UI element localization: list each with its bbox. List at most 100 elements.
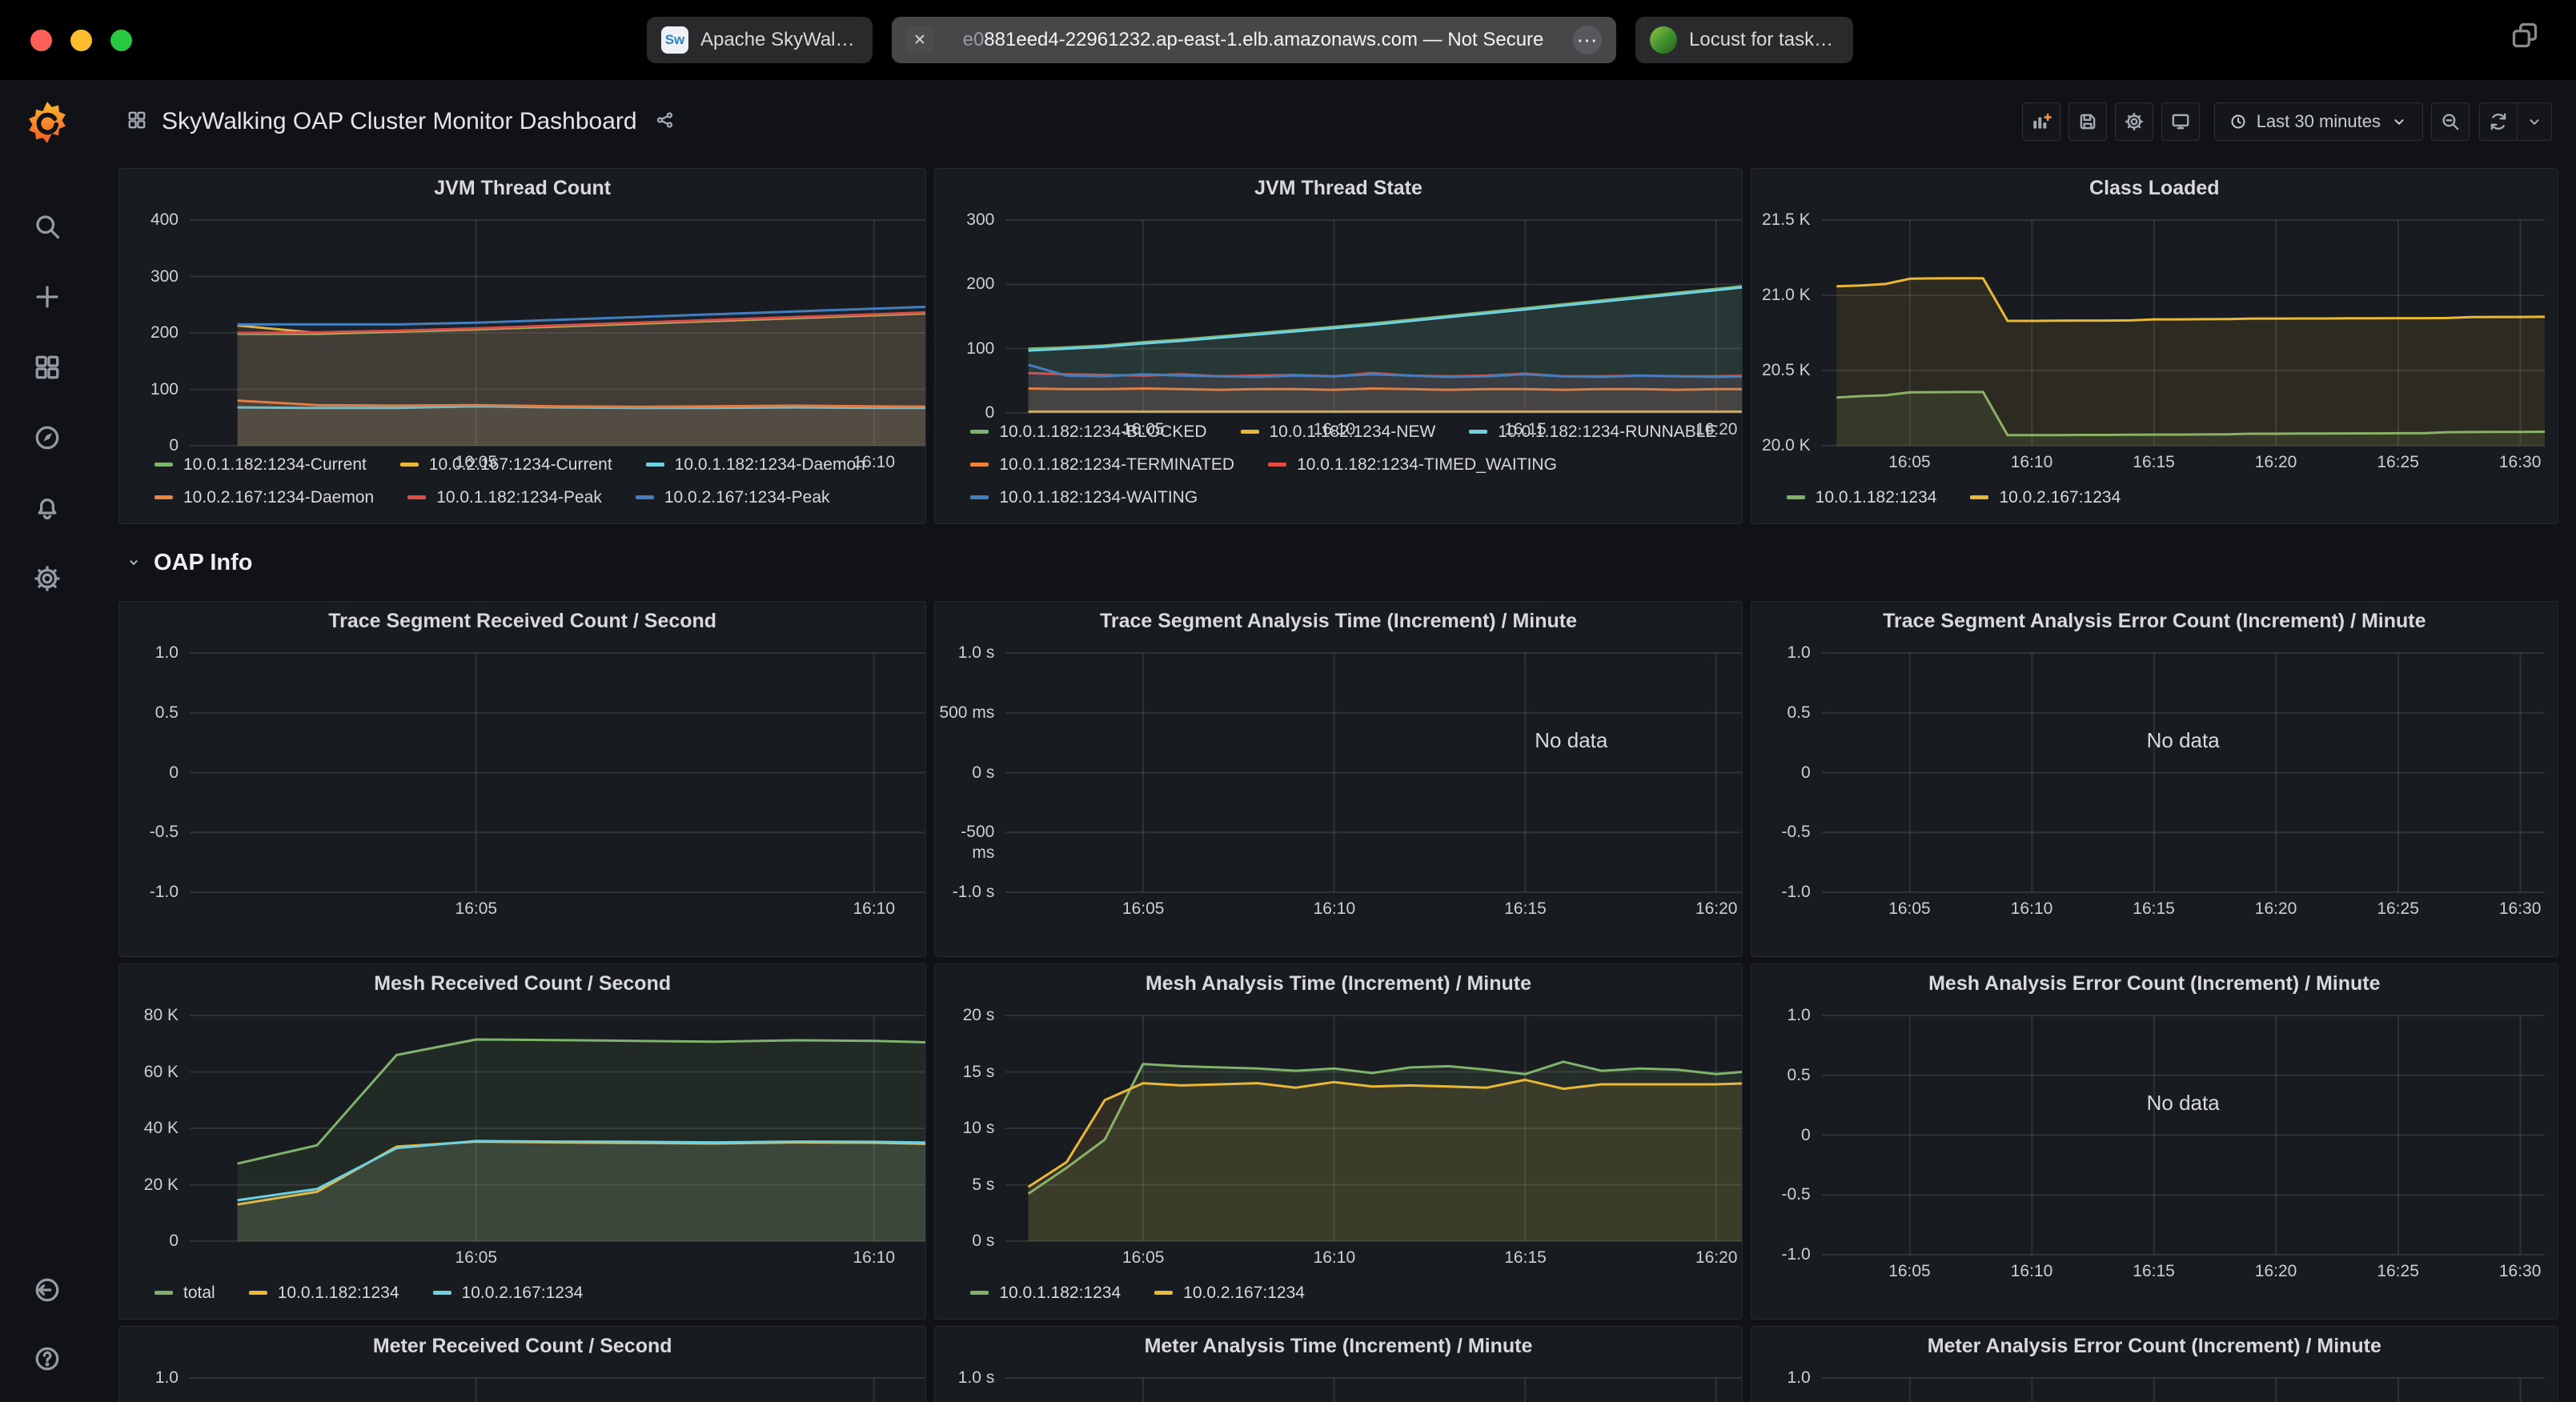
chart-canvas[interactable] [1005, 653, 1742, 892]
tab-more-icon[interactable]: ⋯ [1573, 26, 1602, 54]
dashboard-settings-button[interactable] [2115, 102, 2153, 141]
chart-canvas[interactable] [190, 220, 926, 446]
browser-tab-grafana-active[interactable]: ✕ e0881eed4-22961232.ap-east-1.elb.amazo… [892, 17, 1616, 63]
legend-item[interactable]: 10.0.1.182:1234-Daemon [646, 448, 865, 481]
y-axis-tick: 1.0 s [935, 1368, 994, 1388]
panel-title[interactable]: Meter Analysis Error Count (Increment) /… [1751, 1327, 2558, 1365]
legend-item[interactable]: 10.0.1.182:1234 [970, 1276, 1121, 1309]
legend-swatch-icon [154, 463, 173, 467]
chart-canvas[interactable] [1822, 653, 2545, 892]
legend-item[interactable]: 10.0.1.182:1234-WAITING [970, 481, 1198, 514]
panel-title[interactable]: Mesh Analysis Time (Increment) / Minute [935, 964, 1741, 1003]
chart-canvas[interactable] [1005, 1015, 1742, 1241]
panel-jvm-thread-state[interactable]: JVM Thread State010020030016:0516:1016:1… [934, 168, 1742, 524]
panel-meter-analysis-error-count-increment-minute[interactable]: Meter Analysis Error Count (Increment) /… [1751, 1326, 2558, 1402]
panel-mesh-received-count-second[interactable]: Mesh Received Count / Second020 K40 K60 … [118, 963, 926, 1320]
legend-item[interactable]: 10.0.1.182:1234 [1787, 481, 1937, 514]
panel-mesh-analysis-error-count-increment-minute[interactable]: Mesh Analysis Error Count (Increment) / … [1751, 963, 2558, 1320]
sidebar-item-configuration[interactable] [33, 564, 62, 593]
minimize-window-button[interactable] [70, 30, 92, 51]
panel-jvm-thread-count[interactable]: JVM Thread Count010020030040016:0516:101… [118, 168, 926, 524]
legend-item[interactable]: 10.0.1.182:1234-TERMINATED [970, 448, 1234, 481]
chart-canvas[interactable] [1005, 220, 1742, 413]
cycle-view-mode-button[interactable] [2161, 102, 2200, 141]
sidebar-item-search[interactable] [33, 212, 62, 241]
sidebar-item-dashboards[interactable] [33, 353, 62, 382]
legend-item[interactable]: 10.0.1.182:1234-Current [154, 448, 367, 481]
dashboard-grid-icon[interactable] [126, 110, 147, 134]
sidebar-item-alerting[interactable] [33, 494, 62, 523]
legend-item[interactable]: 10.0.2.167:1234 [1970, 481, 2121, 514]
sidebar-item-help[interactable] [33, 1344, 62, 1373]
tab-close-icon[interactable]: ✕ [906, 26, 933, 54]
browser-tab-locust[interactable]: Locust for tasks.py [1635, 17, 1853, 63]
x-axis-tick: 16:05 [1107, 899, 1179, 919]
zoom-out-button[interactable] [2431, 102, 2470, 141]
row-title-oap-info[interactable]: OAP Info [118, 531, 2558, 595]
panel-meter-received-count-second[interactable]: Meter Received Count / Second-1.0-0.500.… [118, 1326, 926, 1402]
gear-icon [33, 564, 62, 593]
chart-canvas[interactable] [190, 1015, 926, 1241]
panel-trace-segment-analysis-error-count-increment-minute[interactable]: Trace Segment Analysis Error Count (Incr… [1751, 601, 2558, 957]
legend-item[interactable]: total [154, 1276, 215, 1309]
refresh-interval-dropdown[interactable] [2518, 102, 2552, 141]
y-axis-tick: 60 K [119, 1062, 179, 1083]
legend-swatch-icon [1469, 430, 1487, 434]
save-dashboard-button[interactable] [2068, 102, 2107, 141]
chart-canvas[interactable] [190, 653, 926, 892]
panel-meter-analysis-time-increment-minute[interactable]: Meter Analysis Time (Increment) / Minute… [934, 1326, 1742, 1402]
sidebar-item-create[interactable] [33, 282, 62, 311]
panel-title[interactable]: Mesh Received Count / Second [119, 964, 925, 1003]
legend-swatch-icon [646, 463, 664, 467]
legend-item[interactable]: 10.0.1.182:1234 [249, 1276, 399, 1309]
panel-class-loaded[interactable]: Class Loaded20.0 K20.5 K21.0 K21.5 K16:0… [1751, 168, 2558, 524]
sidebar-item-explore[interactable] [33, 423, 62, 452]
panel-title[interactable]: Meter Received Count / Second [119, 1327, 925, 1365]
grafana-app: SkyWalking OAP Cluster Monitor Dashboard… [0, 80, 2576, 1402]
time-range-picker[interactable]: Last 30 minutes [2214, 102, 2423, 141]
panel-mesh-analysis-time-increment-minute[interactable]: Mesh Analysis Time (Increment) / Minute0… [934, 963, 1742, 1320]
panel-title[interactable]: Class Loaded [1751, 169, 2558, 207]
panel-title[interactable]: JVM Thread Count [119, 169, 925, 207]
y-axis-tick: 100 [119, 379, 179, 400]
chart-canvas[interactable] [1822, 220, 2545, 446]
legend-item[interactable]: 10.0.2.167:1234 [433, 1276, 584, 1309]
chart-canvas[interactable] [1822, 1378, 2545, 1402]
close-window-button[interactable] [30, 30, 52, 51]
panel-title[interactable]: Trace Segment Received Count / Second [119, 602, 925, 640]
panel-title[interactable]: Trace Segment Analysis Error Count (Incr… [1751, 602, 2558, 640]
chart-canvas[interactable] [190, 1378, 926, 1402]
legend-item[interactable]: 10.0.2.167:1234 [1154, 1276, 1305, 1309]
y-axis-tick: 21.5 K [1751, 210, 1811, 230]
panel-title[interactable]: JVM Thread State [935, 169, 1741, 207]
panel-title[interactable]: Mesh Analysis Error Count (Increment) / … [1751, 964, 2558, 1003]
chart-canvas[interactable] [1822, 1015, 2545, 1255]
zoom-window-button[interactable] [110, 30, 132, 51]
monitor-icon [2170, 111, 2191, 132]
panel-trace-segment-analysis-time-increment-minute[interactable]: Trace Segment Analysis Time (Increment) … [934, 601, 1742, 957]
grafana-logo-icon[interactable] [24, 99, 70, 150]
legend-item[interactable]: 10.0.2.167:1234-Peak [636, 481, 830, 514]
legend-label: 10.0.1.182:1234-Daemon [675, 455, 865, 475]
legend-item[interactable]: 10.0.1.182:1234-TIMED_WAITING [1268, 448, 1557, 481]
legend-item[interactable]: 10.0.2.167:1234-Daemon [154, 481, 374, 514]
y-axis-tick: 400 [119, 210, 179, 230]
share-icon[interactable] [655, 110, 676, 134]
add-panel-button[interactable] [2022, 102, 2060, 141]
y-axis-tick: -1.0 [1751, 882, 1811, 903]
browser-tab-skywalking[interactable]: Sw Apache SkyWalki... [647, 17, 873, 63]
tab-overview-icon[interactable] [2510, 21, 2539, 54]
chart-canvas[interactable] [1005, 1378, 1742, 1402]
y-axis-tick: 0 s [935, 1231, 994, 1252]
panel-title[interactable]: Trace Segment Analysis Time (Increment) … [935, 602, 1741, 640]
y-axis-tick: 0.5 [1751, 703, 1811, 723]
y-axis-tick: 20.0 K [1751, 435, 1811, 456]
y-axis-tick: 20 K [119, 1175, 179, 1196]
chart-area: 0 s5 s10 s15 s20 s16:0516:1016:1516:2016… [935, 1003, 1741, 1275]
legend-swatch-icon [1268, 463, 1286, 467]
panel-title[interactable]: Meter Analysis Time (Increment) / Minute [935, 1327, 1741, 1365]
legend-item[interactable]: 10.0.1.182:1234-Peak [407, 481, 602, 514]
sidebar-item-sign-in[interactable] [33, 1276, 62, 1304]
panel-trace-segment-received-count-second[interactable]: Trace Segment Received Count / Second-1.… [118, 601, 926, 957]
refresh-button[interactable] [2479, 102, 2518, 141]
